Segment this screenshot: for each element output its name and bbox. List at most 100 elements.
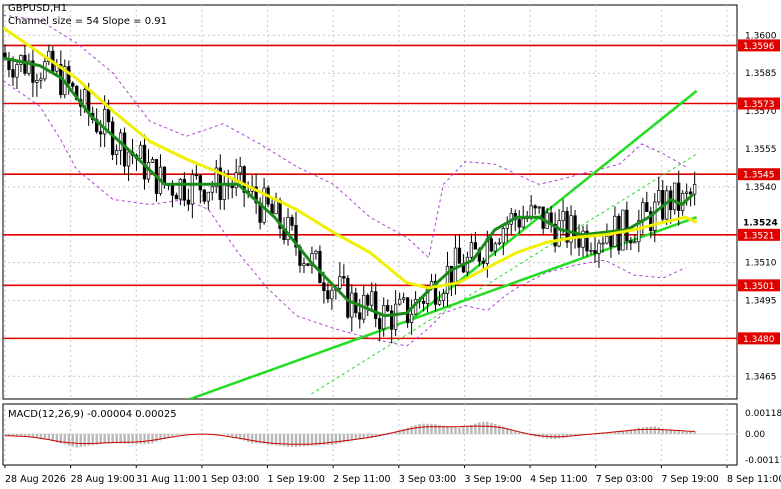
macd-bar <box>246 434 250 442</box>
macd-bar <box>47 434 51 440</box>
macd-bar <box>231 434 234 437</box>
y-tick-label: 1.3540 <box>745 183 777 193</box>
macd-bar <box>250 434 254 444</box>
candle-body <box>274 200 278 215</box>
macd-bar <box>438 424 441 434</box>
level-price-label: 1.3545 <box>743 171 775 181</box>
level-price-label: 1.3521 <box>743 231 775 241</box>
candle-body <box>306 263 310 266</box>
candle-body <box>437 300 442 305</box>
candle-body <box>238 166 242 174</box>
candle-body <box>481 260 486 264</box>
macd-bar <box>474 423 477 434</box>
macd-bar <box>482 421 485 434</box>
macd-bar <box>418 424 421 434</box>
macd-bar <box>653 426 656 434</box>
candle-body <box>350 292 354 318</box>
candle-body <box>386 305 390 312</box>
candle-body <box>641 202 645 221</box>
level-price-label: 1.3573 <box>743 100 775 110</box>
macd-bar <box>430 423 433 434</box>
candle-body <box>597 242 601 254</box>
macd-bar <box>3 434 7 436</box>
candle-body <box>358 312 362 320</box>
candle-body <box>330 289 334 300</box>
x-tick-label: 1 Sep 03:00 <box>202 474 259 485</box>
macd-bar <box>645 426 649 434</box>
macd-bar <box>490 422 493 434</box>
macd-bar <box>613 432 617 434</box>
candle-body <box>609 235 613 247</box>
macd-bar <box>561 434 565 438</box>
candle-body <box>110 121 115 155</box>
macd-bar <box>139 434 142 445</box>
candle-body <box>338 276 342 289</box>
candle-body <box>441 293 446 301</box>
macd-bar <box>426 423 429 434</box>
candle-body <box>326 290 330 300</box>
candle-body <box>625 209 629 242</box>
macd-bar <box>406 427 409 434</box>
current-price-label: 1.3524 <box>743 218 778 228</box>
macd-bar <box>75 434 78 448</box>
macd-bar <box>23 434 27 437</box>
candle-body <box>673 182 677 211</box>
x-tick-label: 2 Sep 11:00 <box>333 474 390 485</box>
candle-body <box>374 291 378 319</box>
candle-body <box>473 242 478 250</box>
macd-bar <box>669 430 672 434</box>
macd-label: MACD(12,26,9) -0.00004 0.00025 <box>8 409 177 420</box>
macd-bar <box>143 434 146 445</box>
candle-body <box>314 250 318 254</box>
macd-bar <box>175 434 178 435</box>
candle-body <box>170 184 175 196</box>
candle-body <box>318 250 322 284</box>
macd-bar <box>478 422 481 434</box>
y-tick-label: 1.3555 <box>745 145 777 155</box>
candle-body <box>537 206 541 209</box>
candle-body <box>692 183 697 195</box>
candle-body <box>366 294 370 306</box>
macd-bar <box>39 434 43 439</box>
macd-bar <box>151 434 154 444</box>
level-price-label: 1.3501 <box>743 282 775 292</box>
candle-body <box>557 220 561 247</box>
candle-body <box>322 282 326 292</box>
macd-bar <box>641 427 645 434</box>
candle-body <box>39 78 43 81</box>
macd-y-tick-label: 0.00 <box>745 430 765 440</box>
y-tick-label: 1.3495 <box>745 297 777 307</box>
candle-body <box>122 132 127 167</box>
candle-body <box>497 242 501 245</box>
candle-body <box>222 184 226 201</box>
candle-body <box>394 303 398 330</box>
macd-bar <box>242 434 246 441</box>
candle-body <box>290 216 294 226</box>
macd-bar <box>462 427 465 434</box>
candle-body <box>605 235 609 244</box>
macd-bar <box>155 434 158 442</box>
candle-body <box>685 191 689 194</box>
candle-body <box>421 300 426 304</box>
macd-bar <box>294 434 298 447</box>
x-tick-label: 1 Sep 19:00 <box>268 474 325 485</box>
macd-bar <box>414 425 417 434</box>
macd-bar <box>422 423 425 434</box>
candle-body <box>645 202 649 213</box>
candle-body <box>517 219 521 228</box>
candle-body <box>529 205 533 218</box>
macd-bar <box>103 434 106 444</box>
macd-bar <box>637 428 641 434</box>
candle-body <box>453 247 458 284</box>
candle-body <box>194 174 198 177</box>
level-price-label: 1.3596 <box>743 42 775 52</box>
candle-body <box>178 178 183 200</box>
candle-body <box>489 238 493 252</box>
y-tick-label: 1.3465 <box>745 372 777 382</box>
candle-body <box>397 298 402 305</box>
macd-bar <box>450 426 453 434</box>
candle-body <box>126 151 131 167</box>
macd-bar <box>135 434 138 444</box>
candle-body <box>465 256 470 273</box>
macd-bar <box>390 434 393 435</box>
